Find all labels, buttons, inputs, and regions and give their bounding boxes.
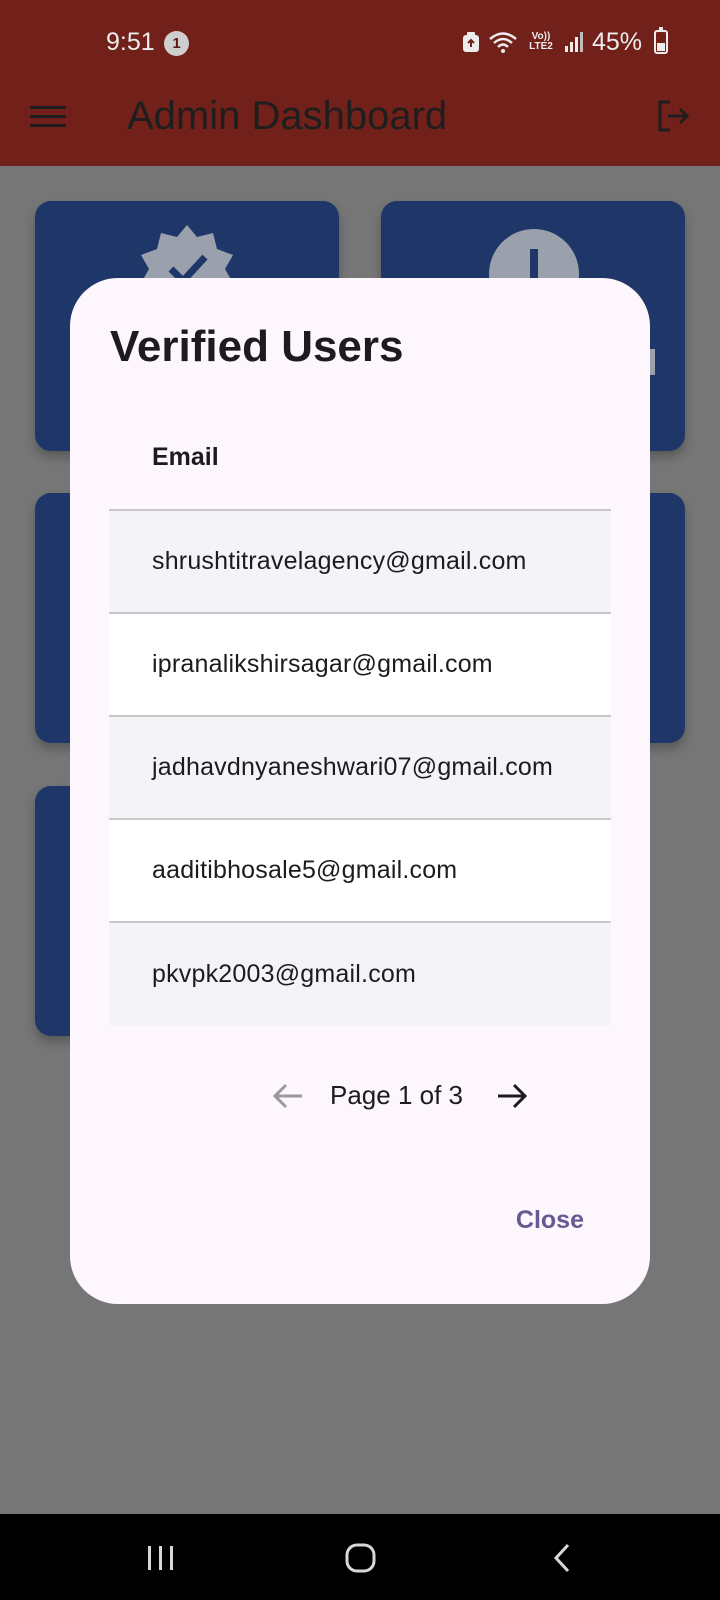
next-page-button[interactable] <box>492 1076 532 1116</box>
page-indicator: Page 1 of 3 <box>330 1080 463 1110</box>
users-table: Email shrushtitravelagency@gmail.com ipr… <box>109 413 611 1026</box>
arrow-right-icon <box>498 1083 528 1109</box>
table-row[interactable]: shrushtitravelagency@gmail.com <box>109 511 611 614</box>
logout-button[interactable] <box>652 96 692 136</box>
pagination: Page 1 of 3 <box>70 1076 650 1116</box>
system-nav-bar <box>0 1514 720 1600</box>
recents-button[interactable] <box>146 1542 176 1574</box>
menu-button[interactable] <box>30 100 66 136</box>
home-icon <box>345 1543 376 1573</box>
back-button[interactable] <box>550 1542 574 1574</box>
app-bar: 9:51 1 Vo)) LTE2 45% Admin Dashboard <box>0 0 720 166</box>
back-icon <box>553 1543 570 1573</box>
verified-users-dialog: Verified Users Email shrushtitravelagenc… <box>70 278 650 1304</box>
network-type-label: Vo)) LTE2 <box>529 31 553 52</box>
table-row[interactable]: pkvpk2003@gmail.com <box>109 923 611 1026</box>
recents-icon <box>148 1546 173 1570</box>
close-button[interactable]: Close <box>512 1200 588 1241</box>
wifi-icon <box>489 32 517 53</box>
notification-count-badge: 1 <box>164 31 189 56</box>
status-icons: Vo)) LTE2 45% <box>462 26 668 58</box>
app-title: Admin Dashboard <box>127 94 448 138</box>
table-row[interactable]: jadhavdnyaneshwari07@gmail.com <box>109 717 611 820</box>
alarm-icon <box>462 32 479 52</box>
logout-icon <box>658 100 690 132</box>
dialog-title: Verified Users <box>110 322 404 371</box>
battery-icon <box>654 27 668 54</box>
home-button[interactable] <box>344 1542 378 1574</box>
table-row[interactable]: ipranalikshirsagar@gmail.com <box>109 614 611 717</box>
battery-percent: 45% <box>591 27 642 56</box>
prev-page-button[interactable] <box>268 1076 308 1116</box>
signal-icon <box>564 32 583 52</box>
table-row[interactable]: aaditibhosale5@gmail.com <box>109 820 611 923</box>
status-time: 9:51 <box>106 28 155 56</box>
column-header-email: Email <box>109 413 611 511</box>
arrow-left-icon <box>272 1083 302 1109</box>
menu-icon <box>30 106 66 109</box>
